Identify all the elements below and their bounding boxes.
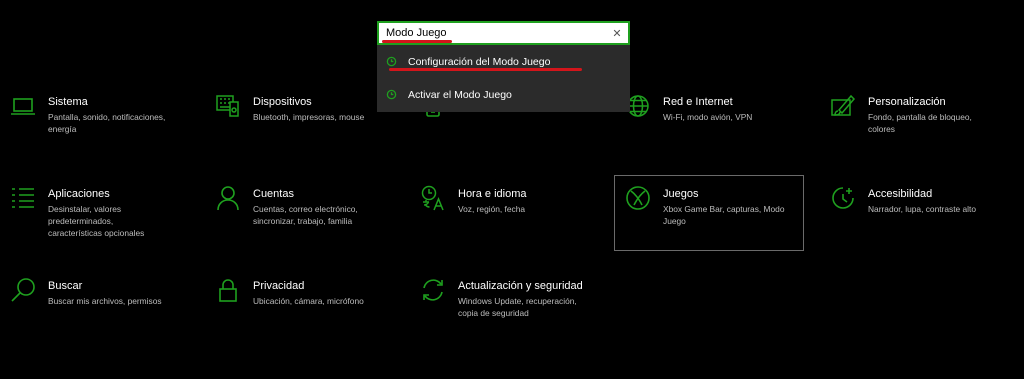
tile-title: Red e Internet <box>663 96 733 108</box>
paint-icon <box>830 93 856 119</box>
tile-title: Sistema <box>48 96 88 108</box>
tile-dispositivos[interactable]: Dispositivos Bluetooth, impresoras, mous… <box>215 95 385 123</box>
tile-desc: Ubicación, cámara, micrófono <box>253 296 364 306</box>
suggestion-label: Activar el Modo Juego <box>408 88 512 101</box>
tile-desc: Fondo, pantalla de bloqueo, colores <box>868 112 972 134</box>
tile-title: Cuentas <box>253 188 294 200</box>
tile-title: Privacidad <box>253 280 305 292</box>
tile-personalizacion[interactable]: Personalización Fondo, pantalla de bloqu… <box>830 93 1010 135</box>
tile-title: Buscar <box>48 280 83 292</box>
tile-actualizacion[interactable]: Actualización y seguridad Windows Update… <box>420 279 600 319</box>
suggestion-game-mode-settings[interactable]: Configuración del Modo Juego <box>377 45 630 78</box>
tile-title: Actualización y seguridad <box>458 280 583 292</box>
suggestion-activate-game-mode[interactable]: Activar el Modo Juego <box>377 78 630 111</box>
tile-privacidad[interactable]: Privacidad Ubicación, cámara, micrófono <box>215 279 390 307</box>
tile-desc: Bluetooth, impresoras, mouse <box>253 112 365 122</box>
close-icon[interactable]: ✕ <box>608 24 626 42</box>
xbox-icon <box>625 185 651 211</box>
tile-title: Aplicaciones <box>48 188 110 200</box>
tile-juegos[interactable]: Juegos Xbox Game Bar, capturas, Modo Jue… <box>614 175 804 251</box>
apps-list-icon <box>10 185 36 211</box>
laptop-icon <box>10 93 36 119</box>
tile-desc: Cuentas, correo electrónico, sincronizar… <box>253 204 358 226</box>
tile-desc: Wi-Fi, modo avión, VPN <box>663 112 753 122</box>
suggestion-label: Configuración del Modo Juego <box>408 55 551 68</box>
devices-icon <box>215 93 241 119</box>
tile-aplicaciones[interactable]: Aplicaciones Desinstalar, valores predet… <box>10 187 185 239</box>
tile-sistema[interactable]: Sistema Pantalla, sonido, notificaciones… <box>10 95 185 135</box>
tile-desc: Buscar mis archivos, permisos <box>48 296 162 306</box>
tile-desc: Narrador, lupa, contraste alto <box>868 204 977 214</box>
tile-accesibilidad[interactable]: Accesibilidad Narrador, lupa, contraste … <box>830 187 1010 215</box>
time-language-icon <box>420 185 446 211</box>
tile-desc: Xbox Game Bar, capturas, Modo Juego <box>663 204 785 226</box>
tile-title: Personalización <box>868 96 946 108</box>
lock-icon <box>215 277 241 303</box>
search-icon <box>10 277 36 303</box>
tile-desc: Desinstalar, valores predeterminados, ca… <box>48 204 145 238</box>
game-mode-icon <box>386 89 397 100</box>
accessibility-icon <box>830 185 856 211</box>
annotation-underline-suggestion <box>389 68 582 71</box>
search-suggestions: Configuración del Modo Juego Activar el … <box>377 45 630 112</box>
tile-cuentas[interactable]: Cuentas Cuentas, correo electrónico, sin… <box>215 185 390 227</box>
tile-red-internet[interactable]: Red e Internet Wi-Fi, modo avión, VPN <box>625 95 800 123</box>
tile-title: Dispositivos <box>253 96 312 108</box>
game-mode-icon <box>386 56 397 67</box>
annotation-underline-search <box>382 40 452 43</box>
tile-desc: Pantalla, sonido, notificaciones, energí… <box>48 112 166 134</box>
tile-desc: Voz, región, fecha <box>458 204 526 214</box>
person-icon <box>215 185 241 211</box>
sync-icon <box>420 277 446 303</box>
tile-title: Accesibilidad <box>868 188 933 200</box>
tile-desc: Windows Update, recuperación, copia de s… <box>458 296 577 318</box>
tile-title: Hora e idioma <box>458 188 527 200</box>
tile-hora-idioma[interactable]: Hora e idioma Voz, región, fecha <box>420 185 595 215</box>
tile-title: Juegos <box>663 188 699 200</box>
tile-buscar[interactable]: Buscar Buscar mis archivos, permisos <box>10 277 185 307</box>
